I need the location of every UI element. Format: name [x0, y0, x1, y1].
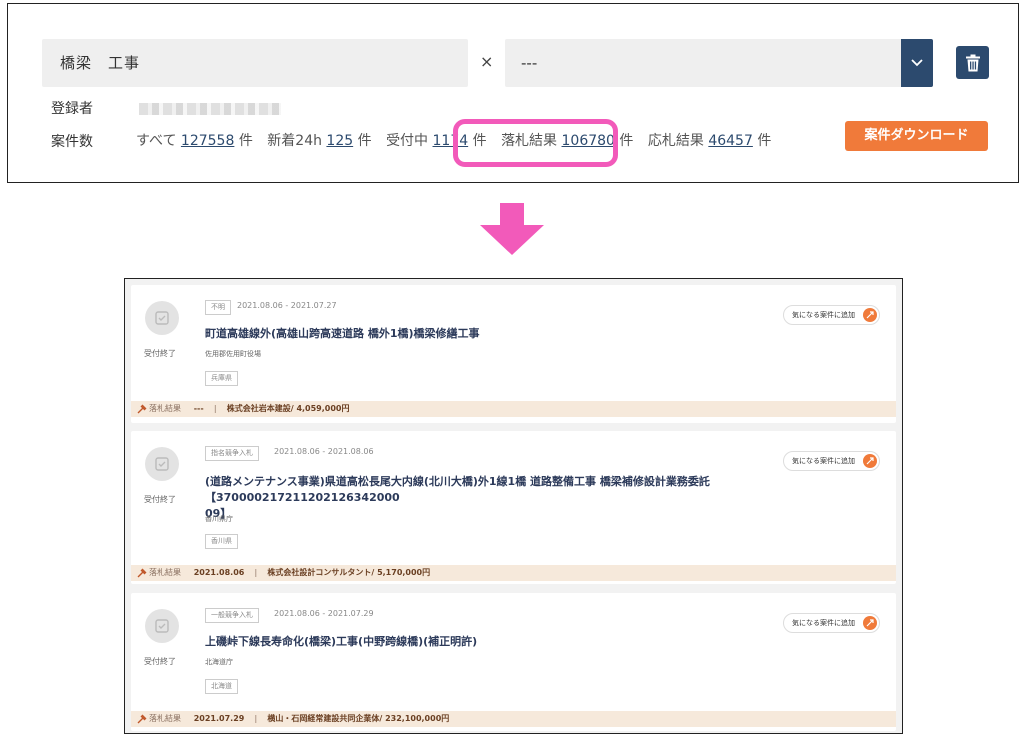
category-select[interactable]: ---: [505, 39, 933, 87]
status-label: 受付終了: [144, 495, 176, 504]
count-unit: 件: [238, 133, 253, 149]
award-winner: 横山・石岡経常建設共同企業体/ 232,100,000円: [267, 714, 450, 723]
status-avatar-icon: [145, 301, 179, 335]
keyword-input[interactable]: 橋梁 工事: [42, 39, 468, 87]
bookmark-icon: [863, 308, 877, 322]
organization: 北海道庁: [205, 658, 233, 666]
prefecture-tag: 兵庫県: [205, 371, 238, 386]
separator: |: [254, 714, 258, 723]
separator: |: [213, 404, 217, 413]
case-count-label: 案件数: [51, 134, 93, 150]
award-result-bar: 落札結果 2021.07.29 | 横山・石岡経常建設共同企業体/ 232,10…: [131, 711, 896, 727]
add-favorite-label: 気になる案件に追加: [792, 457, 855, 465]
bid-type-tag: 指名競争入札: [205, 446, 259, 461]
count-new-label: 新着24h: [267, 133, 322, 149]
case-download-button[interactable]: 案件ダウンロード: [845, 121, 988, 151]
count-new-link[interactable]: 125: [326, 133, 353, 149]
add-favorite-button[interactable]: 気になる案件に追加: [783, 451, 880, 471]
status-avatar-icon: [145, 447, 179, 481]
add-favorite-button[interactable]: 気になる案件に追加: [783, 305, 880, 325]
add-favorite-button[interactable]: 気になる案件に追加: [783, 613, 880, 633]
case-title-link[interactable]: 町道高雄線外(高雄山跨高速道路 橋外1橋)橋梁修繕工事: [205, 326, 885, 342]
count-unit: 件: [619, 133, 634, 149]
count-order-label: 応札結果: [647, 133, 704, 149]
gavel-icon: [137, 568, 147, 578]
chevron-down-icon[interactable]: [901, 39, 933, 87]
add-favorite-label: 気になる案件に追加: [792, 619, 855, 627]
gavel-icon: [137, 404, 147, 414]
award-result-bar: 落札結果 --- | 株式会社岩本建設/ 4,059,000円: [131, 401, 896, 417]
award-date: ---: [193, 404, 204, 413]
count-unit: 件: [357, 133, 372, 149]
case-title-line: (道路メンテナンス事業)県道高松長尾大内線(北川大橋)外1線1橋 道路整備工事 …: [205, 475, 710, 504]
bookmark-icon: [863, 454, 877, 468]
gavel-icon: [137, 714, 147, 724]
count-order-link[interactable]: 46457: [708, 133, 753, 149]
award-date: 2021.08.06: [193, 568, 245, 577]
result-card[interactable]: 受付終了 指名競争入札 2021.08.06 - 2021.08.06 気になる…: [131, 431, 896, 584]
case-title-link[interactable]: 上磯峠下線長寿命化(橋梁)工事(中野跨線橋)(補正明許): [205, 634, 885, 650]
registrant-label: 登録者: [51, 101, 93, 117]
trash-icon[interactable]: [956, 46, 989, 79]
count-open-label: 受付中: [386, 133, 429, 149]
result-card[interactable]: 受付終了 一般競争入札 2021.08.06 - 2021.07.29 気になる…: [131, 593, 896, 731]
bid-type-tag: 不明: [205, 300, 231, 315]
search-panel: 橋梁 工事 × --- 登録者 案件数 すべて 127558 件 新着24h 1…: [7, 3, 1019, 183]
status-avatar-icon: [145, 609, 179, 643]
award-date: 2021.07.29: [193, 714, 245, 723]
results-panel: 受付終了 不明 2021.08.06 - 2021.07.27 気になる案件に追…: [124, 278, 903, 734]
down-arrow-icon: [480, 203, 544, 255]
status-label: 受付終了: [144, 349, 176, 358]
count-unit: 件: [757, 133, 772, 149]
organization: 香川県庁: [205, 515, 233, 523]
bookmark-icon: [863, 616, 877, 630]
award-winner: 株式会社設計コンサルタント/ 5,170,000円: [267, 568, 431, 577]
award-result-label: 落札結果: [149, 404, 181, 413]
status-label: 受付終了: [144, 657, 176, 666]
date-range: 2021.08.06 - 2021.07.29: [274, 609, 374, 618]
separator: |: [254, 568, 258, 577]
date-range: 2021.08.06 - 2021.08.06: [274, 447, 374, 456]
registrant-value-redacted: [139, 103, 281, 115]
award-result-label: 落札結果: [149, 568, 181, 577]
highlight-frame: [453, 119, 618, 167]
result-card[interactable]: 受付終了 不明 2021.08.06 - 2021.07.27 気になる案件に追…: [131, 285, 896, 423]
award-result-bar: 落札結果 2021.08.06 | 株式会社設計コンサルタント/ 5,170,0…: [131, 565, 896, 581]
case-title-link[interactable]: (道路メンテナンス事業)県道高松長尾大内線(北川大橋)外1線1橋 道路整備工事 …: [205, 474, 885, 522]
prefecture-tag: 北海道: [205, 679, 238, 694]
prefecture-tag: 香川県: [205, 534, 238, 549]
award-winner: 株式会社岩本建設/ 4,059,000円: [226, 404, 350, 413]
date-range: 2021.08.06 - 2021.07.27: [237, 301, 337, 310]
bid-type-tag: 一般競争入札: [205, 608, 259, 623]
count-all-link[interactable]: 127558: [181, 133, 234, 149]
clear-keyword-button[interactable]: ×: [480, 52, 493, 71]
award-result-label: 落札結果: [149, 714, 181, 723]
count-all-label: すべて: [136, 133, 177, 149]
category-select-value: ---: [521, 54, 538, 72]
add-favorite-label: 気になる案件に追加: [792, 311, 855, 319]
organization: 佐用郡佐用町役場: [205, 350, 261, 358]
